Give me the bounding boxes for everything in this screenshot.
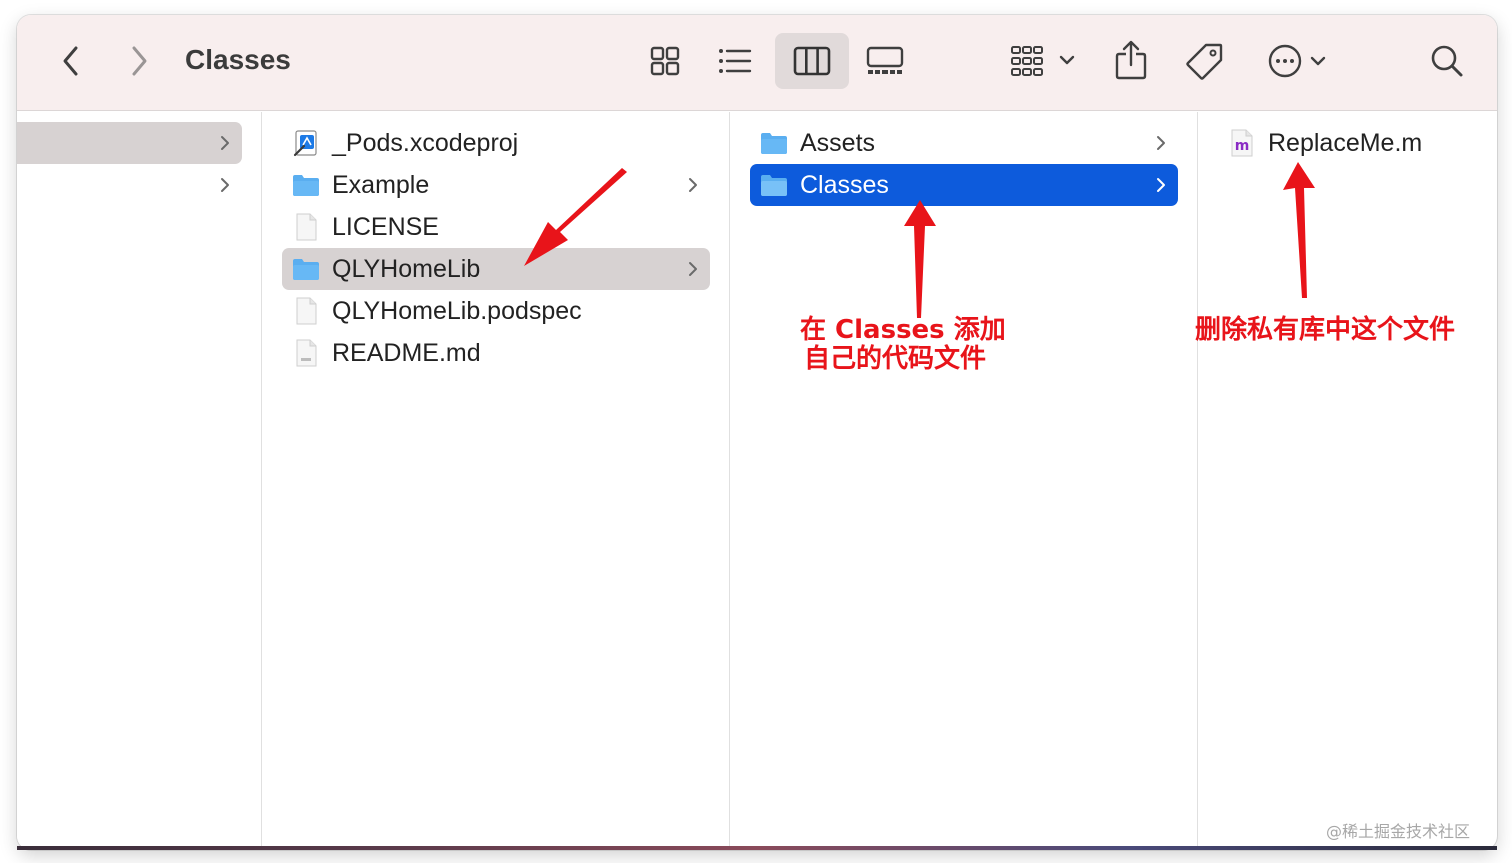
item-label: QLYHomeLib (332, 255, 481, 283)
list-item-selected[interactable]: Classes (750, 164, 1178, 206)
annotation-replaceme: 删除私有库中这个文件 (1195, 315, 1456, 345)
toolbar: Classes (17, 15, 1497, 111)
sidebar-column (17, 112, 262, 850)
gallery-view-icon[interactable] (861, 41, 909, 81)
lib-column: Assets Classes (730, 112, 1198, 850)
finder-window: Classes _Pods.xcodeproj Example LICENSE … (17, 15, 1497, 850)
share-icon[interactable] (1111, 37, 1151, 83)
tag-icon[interactable] (1183, 39, 1227, 83)
list-item-selected[interactable]: QLYHomeLib (282, 248, 710, 290)
item-label: Classes (800, 171, 889, 199)
item-label: Assets (800, 129, 876, 157)
list-item[interactable]: _Pods.xcodeproj (282, 122, 710, 164)
column-view-icon[interactable] (775, 33, 849, 89)
item-label: ReplaceMe.m (1268, 129, 1423, 157)
project-column: _Pods.xcodeproj Example LICENSE QLYHomeL… (262, 112, 730, 850)
folder-icon (292, 255, 320, 283)
folder-icon (292, 171, 320, 199)
list-item[interactable]: LICENSE (282, 206, 710, 248)
markdown-icon (292, 339, 320, 367)
chevron-right-icon (220, 122, 230, 164)
sidebar-row-selected[interactable] (17, 122, 242, 164)
item-label: QLYHomeLib.podspec (332, 297, 582, 325)
objc-badge: m (1235, 138, 1250, 154)
list-item[interactable]: README.md (282, 332, 710, 374)
folder-icon (760, 129, 788, 157)
classes-column: m ReplaceMe.m (1198, 112, 1497, 850)
search-icon[interactable] (1427, 41, 1467, 81)
item-label: LICENSE (332, 213, 439, 241)
document-icon (292, 297, 320, 325)
list-item[interactable]: Assets (750, 122, 1178, 164)
chevron-right-icon (688, 164, 698, 206)
chevron-left-icon[interactable] (55, 41, 87, 81)
objc-source-icon: m (1228, 129, 1256, 157)
group-grid-icon[interactable] (1007, 41, 1079, 81)
column-browser: _Pods.xcodeproj Example LICENSE QLYHomeL… (17, 112, 1497, 850)
chevron-right-icon (1156, 122, 1166, 164)
icon-view-icon[interactable] (643, 41, 687, 81)
ellipsis-circle-icon[interactable] (1265, 39, 1331, 83)
list-item[interactable]: m ReplaceMe.m (1218, 122, 1488, 164)
item-label: Example (332, 171, 430, 199)
chevron-right-icon (1156, 164, 1166, 206)
item-label: _Pods.xcodeproj (332, 129, 519, 157)
chevron-right-icon[interactable] (123, 41, 155, 81)
chevron-right-icon (688, 248, 698, 290)
sidebar-row[interactable] (17, 164, 242, 206)
annotation-classes-line2: 自己的代码文件 (804, 344, 987, 374)
desktop-strip (17, 846, 1497, 850)
chevron-right-icon (220, 164, 230, 206)
item-label: README.md (332, 339, 481, 367)
list-view-icon[interactable] (713, 41, 757, 81)
annotation-classes-line1: 在 Classes 添加 (800, 315, 1006, 345)
window-title: Classes (185, 44, 291, 75)
list-item[interactable]: Example (282, 164, 710, 206)
list-item[interactable]: QLYHomeLib.podspec (282, 290, 710, 332)
folder-icon (760, 171, 788, 199)
document-icon (292, 213, 320, 241)
xcodeproj-icon (292, 129, 320, 157)
watermark: @稀土掘金技术社区 (1326, 822, 1471, 841)
